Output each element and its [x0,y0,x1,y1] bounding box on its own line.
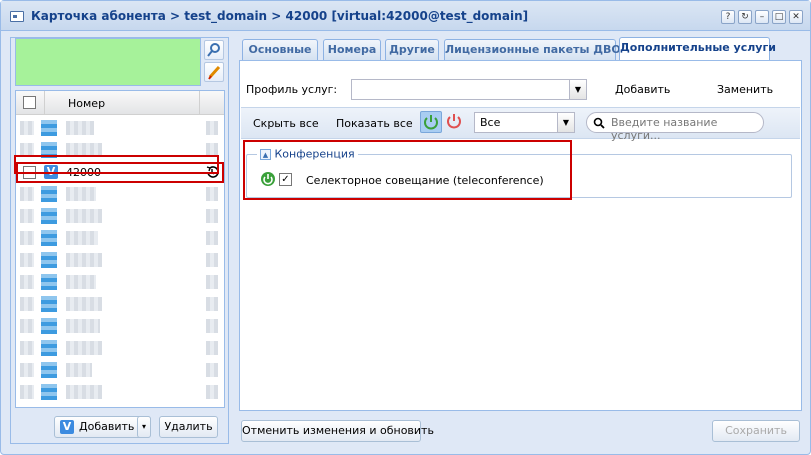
replace-profile-button[interactable]: Заменить [717,83,773,96]
search-button[interactable] [204,40,224,60]
tab-additional-services[interactable]: Дополнительные услуги [619,37,776,61]
profile-select[interactable]: ▼ [351,79,587,100]
hide-all-button[interactable]: Скрыть все [253,117,319,130]
virtual-icon: V [60,420,74,434]
tab-strip: Основные Номера Другие Лицензионные паке… [239,37,802,61]
grid-header: Номер [16,91,224,115]
list-item[interactable] [16,118,224,139]
list-item[interactable] [16,316,224,337]
reset-and-refresh-button[interactable]: Отменить изменения и обновить [241,420,434,442]
list-item[interactable] [16,206,224,227]
disabled-filter-button[interactable] [444,111,466,133]
services-toolbar: Скрыть все Показать все Все ▼ Введите на… [241,107,800,142]
maximize-button[interactable]: □ [772,10,786,24]
select-all-checkbox[interactable] [23,96,36,109]
subscriber-card-window: Карточка абонента > test_domain > 42000 … [0,0,811,455]
list-item[interactable] [16,360,224,381]
filter-value: Все [480,116,501,129]
add-profile-button[interactable]: Добавить [615,83,670,96]
numbers-panel: Номер V 42000 V Добавить ▾ Удалить [10,37,229,444]
help-button[interactable]: ? [721,10,735,24]
tab-other[interactable]: Другие [385,39,439,61]
delete-number-button[interactable]: Удалить [159,416,218,438]
power-off-icon [447,114,461,129]
add-dropdown-arrow[interactable]: ▾ [137,416,151,438]
chevron-down-icon: ▼ [569,80,586,99]
pencil-icon [208,65,221,80]
save-button[interactable]: Сохранить [712,420,800,442]
window-title: Карточка абонента > test_domain > 42000 … [31,9,529,23]
tab-numbers[interactable]: Номера [323,39,381,61]
tab-basic[interactable]: Основные [242,39,318,61]
power-on-icon [424,115,438,130]
list-item[interactable] [16,250,224,271]
list-item[interactable] [16,228,224,249]
search-icon [593,117,605,129]
filter-select[interactable]: Все ▼ [474,112,575,133]
column-header-number[interactable]: Номер [68,97,105,110]
add-number-label: Добавить [79,420,135,433]
list-item[interactable] [16,338,224,359]
subscriber-info-box [15,38,201,86]
refresh-button[interactable]: ↻ [738,10,752,24]
chevron-down-icon: ▼ [557,113,574,132]
list-item[interactable] [16,294,224,315]
card-icon [10,11,24,22]
show-all-button[interactable]: Показать все [336,117,413,130]
enabled-filter-button[interactable] [420,111,442,133]
edit-button[interactable] [204,62,224,82]
search-placeholder: Введите название услуги... [611,116,718,142]
list-item[interactable] [16,184,224,205]
services-panel: Профиль услуг: ▼ Добавить Заменить Скрыт… [239,60,802,411]
list-item[interactable] [16,382,224,403]
numbers-grid: Номер V 42000 [15,90,225,408]
tab-license-packages[interactable]: Лицензионные пакеты ДВО [444,39,621,61]
row-highlight-box [14,155,219,174]
search-icon [207,43,220,57]
service-search-input[interactable]: Введите название услуги... [586,112,764,142]
list-item[interactable] [16,272,224,293]
close-button[interactable]: ✕ [789,10,803,24]
profile-label: Профиль услуг: [246,83,338,96]
minimize-button[interactable]: – [755,10,769,24]
title-bar: Карточка абонента > test_domain > 42000 … [1,1,810,31]
highlight-box [243,140,572,200]
